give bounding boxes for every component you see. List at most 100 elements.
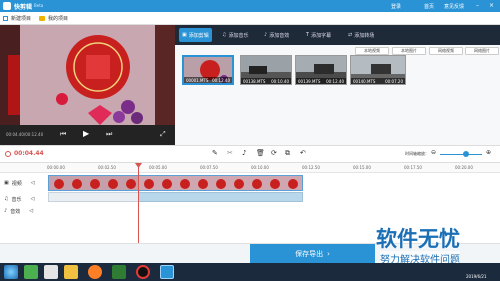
prev-frame-icon[interactable]: ⏮ bbox=[60, 130, 66, 139]
film-icon: ▣ bbox=[182, 32, 187, 38]
editor-app-icon[interactable] bbox=[160, 265, 174, 279]
save-label: 保存导出 bbox=[295, 250, 324, 258]
mute-icon[interactable]: ◁ bbox=[31, 180, 35, 186]
track-label: 视频 bbox=[11, 180, 22, 187]
home-link[interactable]: 首页 bbox=[424, 3, 434, 10]
clip-duration: 00:10.40 bbox=[271, 78, 289, 84]
my-projects-button[interactable]: 我的项目 bbox=[48, 15, 68, 22]
track-header-music: ♫ 音乐 ◁ bbox=[0, 193, 48, 205]
login-link[interactable]: 登录 bbox=[391, 3, 401, 10]
main-toolbar: 新建项目 我的项目 bbox=[0, 12, 500, 25]
taskbar: 2019/6/21 bbox=[0, 263, 500, 281]
save-export-button[interactable]: 保存导出 › bbox=[250, 244, 375, 264]
start-icon[interactable] bbox=[4, 265, 18, 279]
clip-thumbnail[interactable]: 00139.MTS 00:12.40 bbox=[295, 55, 347, 85]
app-logo-icon bbox=[3, 2, 11, 10]
ruler-tick: 00:07.50 bbox=[200, 165, 218, 170]
tab-add-transition[interactable]: ⇄ 添加转场 bbox=[345, 28, 377, 42]
watermark: 软件无忧 努力解决软件问题 bbox=[368, 215, 500, 266]
pencil-icon[interactable]: ✎ bbox=[212, 149, 218, 157]
zoom-label: 时间轴缩放： bbox=[405, 151, 429, 156]
ruler-tick: 00:00.00 bbox=[47, 165, 65, 170]
tab-label: 添加转场 bbox=[354, 32, 375, 39]
timeline-ruler: 00:00.00 00:02.50 00:05.00 00:07.50 00:1… bbox=[0, 163, 500, 173]
text-icon: T bbox=[306, 32, 310, 38]
edit-toolbar: 00:04.44 ✎ ✂ ♪ 🗑 ⟳ ⧉ ↶ 时间轴缩放： ⊖ ⊕ bbox=[0, 145, 500, 163]
tab-add-clip[interactable]: ▣ 添加剪辑 bbox=[179, 28, 212, 42]
track-label: 音乐 bbox=[11, 196, 22, 203]
zoom-slider[interactable] bbox=[440, 154, 482, 155]
ruler-tick: 00:10.00 bbox=[251, 165, 269, 170]
video-track-icon: ▣ bbox=[4, 180, 9, 186]
sound-track-icon: ♪ bbox=[4, 208, 8, 214]
online-video-button[interactable]: 网络视频 bbox=[429, 47, 463, 55]
tab-label: 添加音乐 bbox=[228, 32, 249, 39]
media-panel: ▣ 添加剪辑 ♫ 添加音乐 ♪ 添加音效 T 添加字幕 ⇄ 添加转场 本地视频 本地图片 … bbox=[175, 25, 500, 145]
play-icon[interactable]: ▶ bbox=[83, 129, 89, 138]
system-clock: 2019/6/21 bbox=[466, 274, 487, 279]
chevron-right-icon: › bbox=[327, 250, 330, 258]
app-icon[interactable] bbox=[112, 265, 126, 279]
tab-label: 添加剪辑 bbox=[188, 32, 209, 39]
online-image-button[interactable]: 网络图片 bbox=[465, 47, 499, 55]
local-image-button[interactable]: 本地图片 bbox=[392, 47, 426, 55]
zoom-in-icon[interactable]: ⊕ bbox=[486, 149, 491, 156]
ruler-tick: 00:12.50 bbox=[302, 165, 320, 170]
delete-icon[interactable]: 🗑 bbox=[256, 149, 265, 157]
new-project-button[interactable]: 新建项目 bbox=[11, 15, 31, 22]
clip-thumbnail[interactable]: 00138.MTS 00:10.40 bbox=[240, 55, 292, 85]
local-video-button[interactable]: 本地视频 bbox=[355, 47, 389, 55]
cut-icon[interactable]: ✂ bbox=[227, 149, 233, 157]
undo-icon[interactable]: ↶ bbox=[300, 149, 306, 157]
tab-add-subtitle[interactable]: T 添加字幕 bbox=[303, 28, 334, 42]
rotate-icon[interactable]: ⟳ bbox=[271, 149, 277, 157]
watermark-title: 软件无忧 bbox=[376, 227, 460, 251]
app-icon[interactable] bbox=[24, 265, 38, 279]
bell-icon[interactable]: ♪ bbox=[242, 149, 246, 157]
clip-thumbnail[interactable]: 00140.MTS 00:07.20 bbox=[350, 55, 406, 85]
clip-thumbnail[interactable]: 00001.MTS 00:12.40 bbox=[182, 55, 234, 85]
clip-name: 00139.MTS bbox=[298, 78, 321, 84]
track-header-video: ▣ 视频 ◁ bbox=[0, 177, 48, 189]
ruler-tick: 00:17.50 bbox=[404, 165, 422, 170]
folder-icon bbox=[39, 16, 45, 21]
folder-icon[interactable] bbox=[64, 265, 78, 279]
minimize-icon[interactable]: – bbox=[476, 2, 479, 9]
clip-duration: 00:12.40 bbox=[326, 78, 344, 84]
feedback-link[interactable]: 意见反馈 bbox=[444, 3, 464, 10]
ruler-tick: 00:02.50 bbox=[98, 165, 116, 170]
clip-name: 00001.MTS bbox=[186, 77, 209, 83]
close-icon[interactable]: × bbox=[489, 2, 494, 9]
clip-duration: 00:12.40 bbox=[212, 77, 230, 83]
app-title: 快剪辑 bbox=[14, 4, 33, 11]
copy-icon[interactable]: ⧉ bbox=[285, 149, 290, 158]
playhead[interactable] bbox=[138, 163, 139, 243]
record-icon bbox=[5, 151, 11, 157]
sound-icon: ♪ bbox=[264, 32, 268, 38]
zoom-slider-handle[interactable] bbox=[463, 151, 469, 157]
transition-icon: ⇄ bbox=[348, 32, 353, 38]
tab-add-sound[interactable]: ♪ 添加音效 bbox=[261, 28, 292, 42]
record-app-icon[interactable] bbox=[136, 265, 150, 279]
new-project-icon bbox=[3, 16, 8, 21]
track-label: 音效 bbox=[10, 208, 21, 215]
mute-icon[interactable]: ◁ bbox=[29, 208, 33, 214]
tab-label: 添加音效 bbox=[269, 32, 290, 39]
music-icon: ♫ bbox=[222, 32, 227, 38]
fullscreen-icon[interactable]: ⤢ bbox=[160, 130, 166, 139]
video-clip-strip[interactable] bbox=[48, 175, 303, 191]
app-icon[interactable] bbox=[44, 265, 58, 279]
next-frame-icon[interactable]: ⏭ bbox=[106, 130, 112, 139]
track-header-sound: ♪ 音效 ◁ bbox=[0, 205, 48, 217]
beta-badge: Beta bbox=[34, 3, 44, 8]
tab-add-music[interactable]: ♫ 添加音乐 bbox=[219, 28, 252, 42]
browser-icon[interactable] bbox=[88, 265, 102, 279]
ruler-tick: 00:05.00 bbox=[149, 165, 167, 170]
zoom-out-icon[interactable]: ⊖ bbox=[431, 149, 436, 156]
clip-name: 00140.MTS bbox=[353, 78, 376, 84]
clip-name: 00138.MTS bbox=[243, 78, 266, 84]
mute-icon[interactable]: ◁ bbox=[31, 196, 35, 202]
music-track-icon: ♫ bbox=[4, 196, 9, 202]
clip-duration: 00:07.20 bbox=[385, 78, 403, 84]
current-time: 00:04.44 bbox=[14, 150, 44, 157]
